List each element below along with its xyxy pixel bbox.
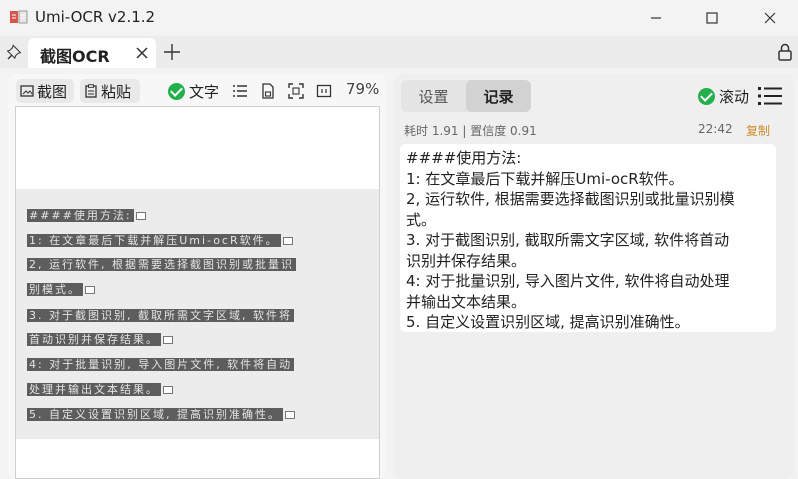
- capture-label: 截图: [37, 82, 68, 101]
- tab-screenshot-ocr[interactable]: 截图OCR: [28, 38, 156, 68]
- result-line: 识别并保存结果。: [406, 251, 527, 270]
- window-title: Umi-OCR v2.1.2: [35, 8, 156, 26]
- close-window-button[interactable]: [756, 6, 784, 30]
- tab-records[interactable]: 记录: [466, 80, 531, 112]
- result-line: 式。: [406, 210, 437, 229]
- text-toggle-label: 文字: [189, 82, 220, 101]
- add-tab-icon[interactable]: [162, 42, 182, 62]
- auto-scroll-toggle[interactable]: 滚动: [698, 86, 749, 107]
- image-preview[interactable]: ####使用方法: 1: 在文章最后下载并解压Umi-ocR软件。 2, 运行软…: [15, 106, 380, 479]
- ocr-line-2: 1: 在文章最后下载并解压Umi-ocR软件。: [27, 233, 293, 248]
- ocr-line-5: 3. 对于截图识别, 截取所需文字区域, 软件将: [27, 309, 294, 322]
- ocr-line-6: 首动识别并保存结果。: [27, 332, 173, 347]
- ocr-line-1: ####使用方法:: [27, 208, 146, 223]
- ocr-stats: 耗时 1.91 | 置信度 0.91: [404, 124, 537, 138]
- tab-close-icon[interactable]: [134, 45, 150, 61]
- ocr-line-7: 4: 对于批量识别, 导入图片文件, 软件将自动: [27, 358, 295, 371]
- fit-screen-icon[interactable]: [288, 83, 304, 99]
- check-circle-icon: [698, 88, 715, 105]
- ocr-line-8: 处理并输出文本结果。: [27, 382, 173, 397]
- result-line: 并输出文本结果。: [406, 292, 527, 311]
- tab-label: 截图OCR: [40, 47, 110, 66]
- zoom-level: 79%: [346, 80, 380, 98]
- screenshot-icon: [20, 85, 34, 97]
- ocr-result-text[interactable]: ####使用方法: 1: 在文章最后下载并解压Umi-ocR软件。 2, 运行软…: [400, 144, 776, 332]
- close-icon: [764, 12, 776, 24]
- tab-settings[interactable]: 设置: [401, 80, 466, 112]
- scroll-label: 滚动: [719, 88, 750, 106]
- ocr-line-9: 5. 自定义设置识别区域, 提高识别准确性。: [27, 407, 295, 422]
- copy-link[interactable]: 复制: [746, 122, 770, 139]
- result-line: 2, 运行软件, 根据需要选择截图识别或批量识别模: [406, 190, 735, 208]
- menu-icon[interactable]: [758, 85, 782, 107]
- result-line: 1: 在文章最后下载并解压Umi-ocR软件。: [406, 169, 684, 188]
- screenshot-image: ####使用方法: 1: 在文章最后下载并解压Umi-ocR软件。 2, 运行软…: [16, 189, 379, 439]
- result-line: 5. 自定义设置识别区域, 提高识别准确性。: [406, 313, 690, 331]
- result-line: ####使用方法:: [406, 149, 522, 167]
- text-overlay-toggle[interactable]: 文字: [168, 79, 219, 103]
- minimize-button[interactable]: [642, 6, 670, 30]
- record-time: 22:42: [698, 122, 733, 136]
- panel-tabs: 设置 记录: [401, 80, 531, 112]
- maximize-icon: [706, 12, 718, 24]
- minimize-icon: [651, 17, 661, 19]
- app-logo-icon: [10, 10, 28, 24]
- left-panel: 截图 粘贴 文字 79% ####使用方法: 1: 在文章最后下载并解压Umi-…: [8, 74, 386, 479]
- save-file-icon[interactable]: [260, 83, 276, 99]
- ocr-line-3: 2, 运行软件, 根据需要选择截图识别或批量识: [27, 258, 296, 271]
- actual-size-icon[interactable]: [316, 83, 332, 99]
- paste-button[interactable]: 粘贴: [80, 79, 140, 103]
- capture-button[interactable]: 截图: [16, 79, 74, 103]
- ocr-line-4: 别模式。: [27, 282, 95, 297]
- list-view-icon[interactable]: [232, 83, 248, 99]
- paste-label: 粘贴: [101, 82, 132, 101]
- check-circle-icon: [168, 82, 185, 100]
- result-line: 3. 对于截图识别, 截取所需文字区域, 软件将首动: [406, 231, 730, 249]
- lock-icon[interactable]: [776, 42, 794, 62]
- pin-icon[interactable]: [6, 43, 24, 61]
- right-panel: 设置 记录 滚动 耗时 1.91 | 置信度 0.91 22:42 复制 ###…: [394, 74, 794, 479]
- clipboard-icon: [85, 84, 97, 98]
- title-bar: Umi-OCR v2.1.2: [0, 0, 798, 36]
- result-line: 4: 对于批量识别, 导入图片文件, 软件将自动处理: [406, 272, 730, 290]
- tab-bar: 截图OCR: [0, 36, 798, 68]
- maximize-button[interactable]: [698, 6, 726, 30]
